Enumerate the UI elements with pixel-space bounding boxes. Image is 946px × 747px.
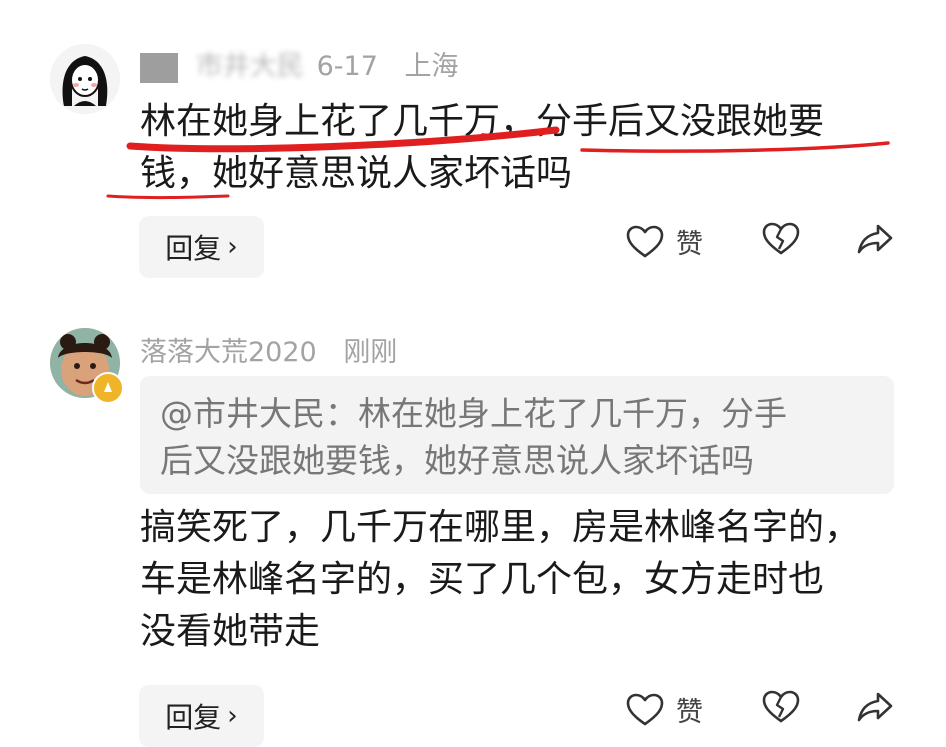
quote-line: 后又没跟她要钱，她好意思说人家坏话吗 (160, 441, 754, 480)
comment-meta: 落落大荒2020 刚刚 (140, 330, 415, 369)
avatar-cartoon-girl-icon (50, 44, 120, 114)
author-name[interactable]: 落落大荒2020 (140, 337, 317, 368)
reply-button[interactable]: 回复 › (139, 216, 264, 278)
comment-text: 搞笑死了，几千万在哪里，房是林峰名字的， 车是林峰名字的，买了几个包，女方走时也… (140, 502, 910, 658)
avatar[interactable] (50, 44, 120, 114)
like-label: 赞 (676, 229, 703, 260)
comment-text-line: 搞笑死了，几千万在哪里，房是林峰名字的， (140, 507, 861, 548)
comment-actions: 赞 (620, 690, 920, 740)
comment-text-line: 林在她身上花了几千万，分手后又没跟她要 (140, 101, 825, 142)
comment-text: 林在她身上花了几千万，分手后又没跟她要 钱，她好意思说人家坏话吗 (140, 96, 910, 200)
share-button[interactable] (856, 690, 894, 724)
share-button[interactable] (856, 222, 894, 256)
comment-text-line: 车是林峰名字的，买了几个包，女方走时也 (140, 559, 825, 600)
reply-label: 回复 (165, 701, 222, 734)
chevron-right-icon: › (227, 232, 238, 262)
comment-date: 6-17 (316, 51, 378, 82)
heart-outline-icon (626, 693, 664, 725)
comment-actions: 赞 (620, 222, 920, 272)
like-button[interactable]: 赞 (626, 222, 703, 261)
broken-heart-icon (762, 222, 800, 255)
comment-item: 落落大荒2020 刚刚 @市井大民：林在她身上花了几千万，分手 后又没跟她要钱，… (0, 318, 946, 747)
comment-meta: 市井大民 6-17 上海 (140, 44, 476, 83)
share-arrow-icon (857, 692, 893, 722)
comment-time: 刚刚 (343, 337, 398, 368)
comment-text-line: 没看她带走 (140, 611, 321, 652)
like-button[interactable]: 赞 (626, 690, 703, 729)
comment-text-line: 钱，她好意思说人家坏话吗 (140, 153, 573, 194)
comment-item: 市井大民 6-17 上海 林在她身上花了几千万，分手后又没跟她要 钱，她好意思说… (0, 0, 946, 300)
avatar[interactable] (50, 328, 124, 404)
heart-outline-icon (626, 225, 664, 257)
dislike-button[interactable] (762, 222, 800, 256)
like-label: 赞 (676, 697, 703, 728)
comment-location: 上海 (404, 51, 459, 82)
reply-button[interactable]: 回复 › (139, 685, 264, 747)
dislike-button[interactable] (762, 690, 800, 724)
badge-icon (92, 372, 124, 404)
chevron-right-icon: › (227, 701, 238, 731)
share-arrow-icon (857, 224, 893, 254)
broken-heart-icon (762, 690, 800, 723)
reply-label: 回复 (165, 232, 222, 265)
redacted-name-block (140, 52, 178, 83)
quote-line: @市井大民：林在她身上花了几千万，分手 (160, 394, 787, 433)
author-name[interactable]: 市井大民 (196, 51, 304, 82)
quoted-comment[interactable]: @市井大民：林在她身上花了几千万，分手 后又没跟她要钱，她好意思说人家坏话吗 (140, 376, 894, 494)
